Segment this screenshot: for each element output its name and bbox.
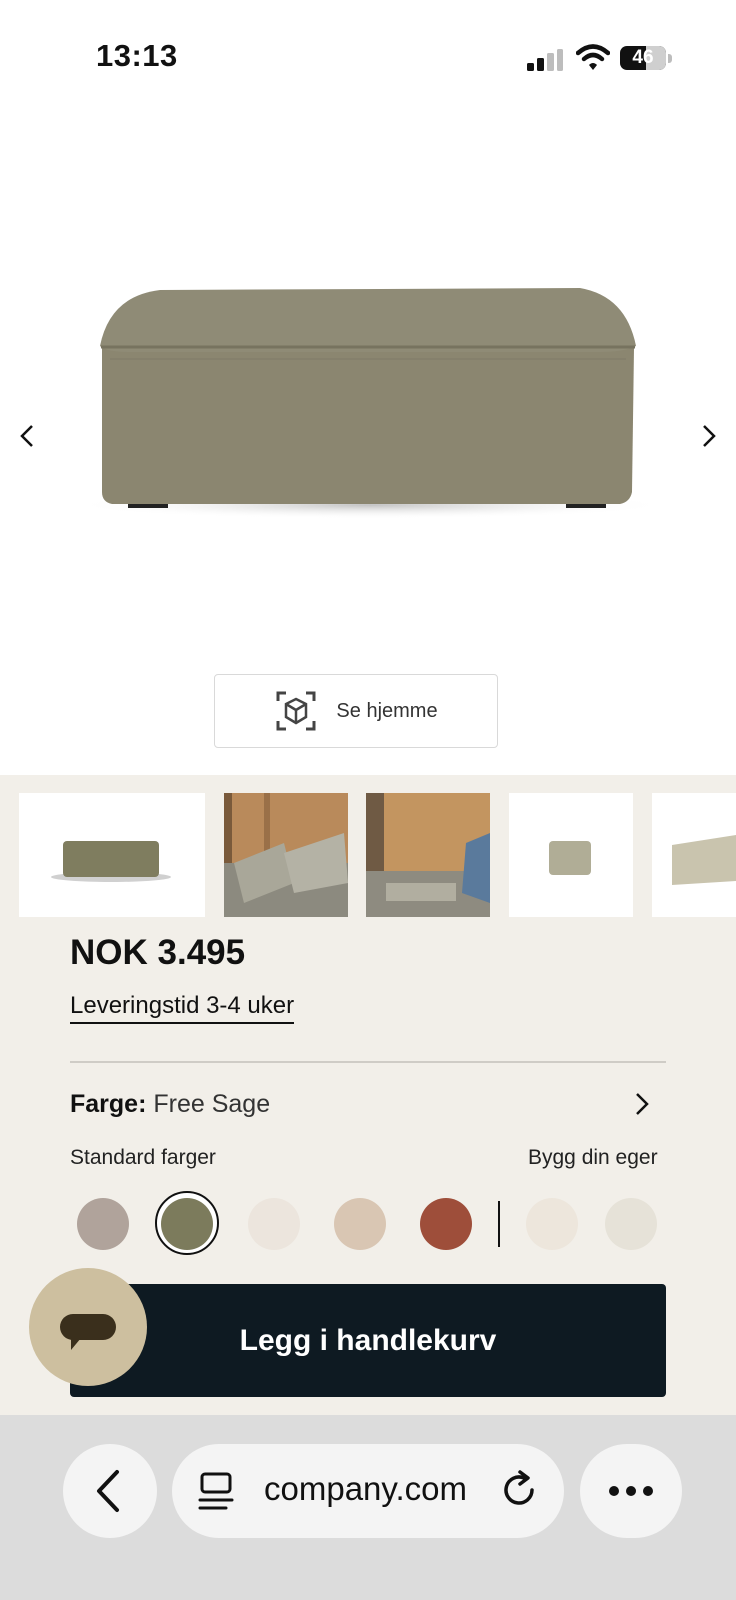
url-text: company.com (264, 1470, 467, 1507)
wifi-icon (576, 44, 610, 70)
battery-level: 46 (632, 47, 654, 68)
chat-button[interactable] (29, 1268, 147, 1386)
swatch-4[interactable] (334, 1198, 386, 1250)
swatch-free-sage[interactable] (161, 1198, 213, 1250)
swatch-custom-1[interactable] (526, 1198, 578, 1250)
delivery-time-link[interactable]: Leveringstid 3-4 uker (70, 992, 295, 1024)
browser-more-button[interactable] (580, 1444, 682, 1538)
see-at-home-label: Se hjemme (336, 699, 438, 722)
swatch-1[interactable] (77, 1198, 129, 1250)
color-selector-row[interactable]: Farge: Free Sage (70, 1090, 270, 1119)
chevron-right-icon[interactable] (692, 418, 724, 454)
status-time: 13:13 (96, 38, 178, 73)
thumbnail-5[interactable] (652, 793, 736, 917)
see-at-home-button[interactable]: Se hjemme (214, 674, 498, 748)
color-label: Farge: (70, 1090, 147, 1118)
divider (70, 1061, 666, 1063)
thumbnail-1[interactable] (19, 793, 205, 917)
swatch-3[interactable] (248, 1198, 300, 1250)
reload-icon[interactable] (498, 1468, 542, 1514)
swatch-5[interactable] (420, 1198, 472, 1250)
swatch-separator (498, 1201, 500, 1247)
chat-icon (60, 1314, 116, 1350)
chevron-right-icon[interactable] (632, 1090, 652, 1118)
chevron-left-icon (97, 1470, 119, 1512)
standard-colors-label: Standard farger (70, 1146, 216, 1169)
add-to-cart-button[interactable]: Legg i handlekurv (70, 1284, 666, 1397)
tab-overview-icon[interactable] (196, 1470, 236, 1512)
build-own-label: Bygg din eger (528, 1146, 658, 1169)
thumbnail-4[interactable] (509, 793, 633, 917)
thumbnail-2[interactable] (224, 793, 348, 917)
signal-icon (527, 49, 563, 71)
thumbnail-3[interactable] (366, 793, 490, 917)
swatch-custom-2[interactable] (605, 1198, 657, 1250)
price: NOK 3.495 (70, 933, 246, 972)
browser-back-button[interactable] (63, 1444, 157, 1538)
battery-icon: 46 (620, 46, 672, 72)
color-value: Free Sage (153, 1090, 271, 1118)
ar-cube-icon (276, 691, 316, 731)
chevron-left-icon[interactable] (12, 418, 44, 454)
more-icon (609, 1486, 653, 1496)
